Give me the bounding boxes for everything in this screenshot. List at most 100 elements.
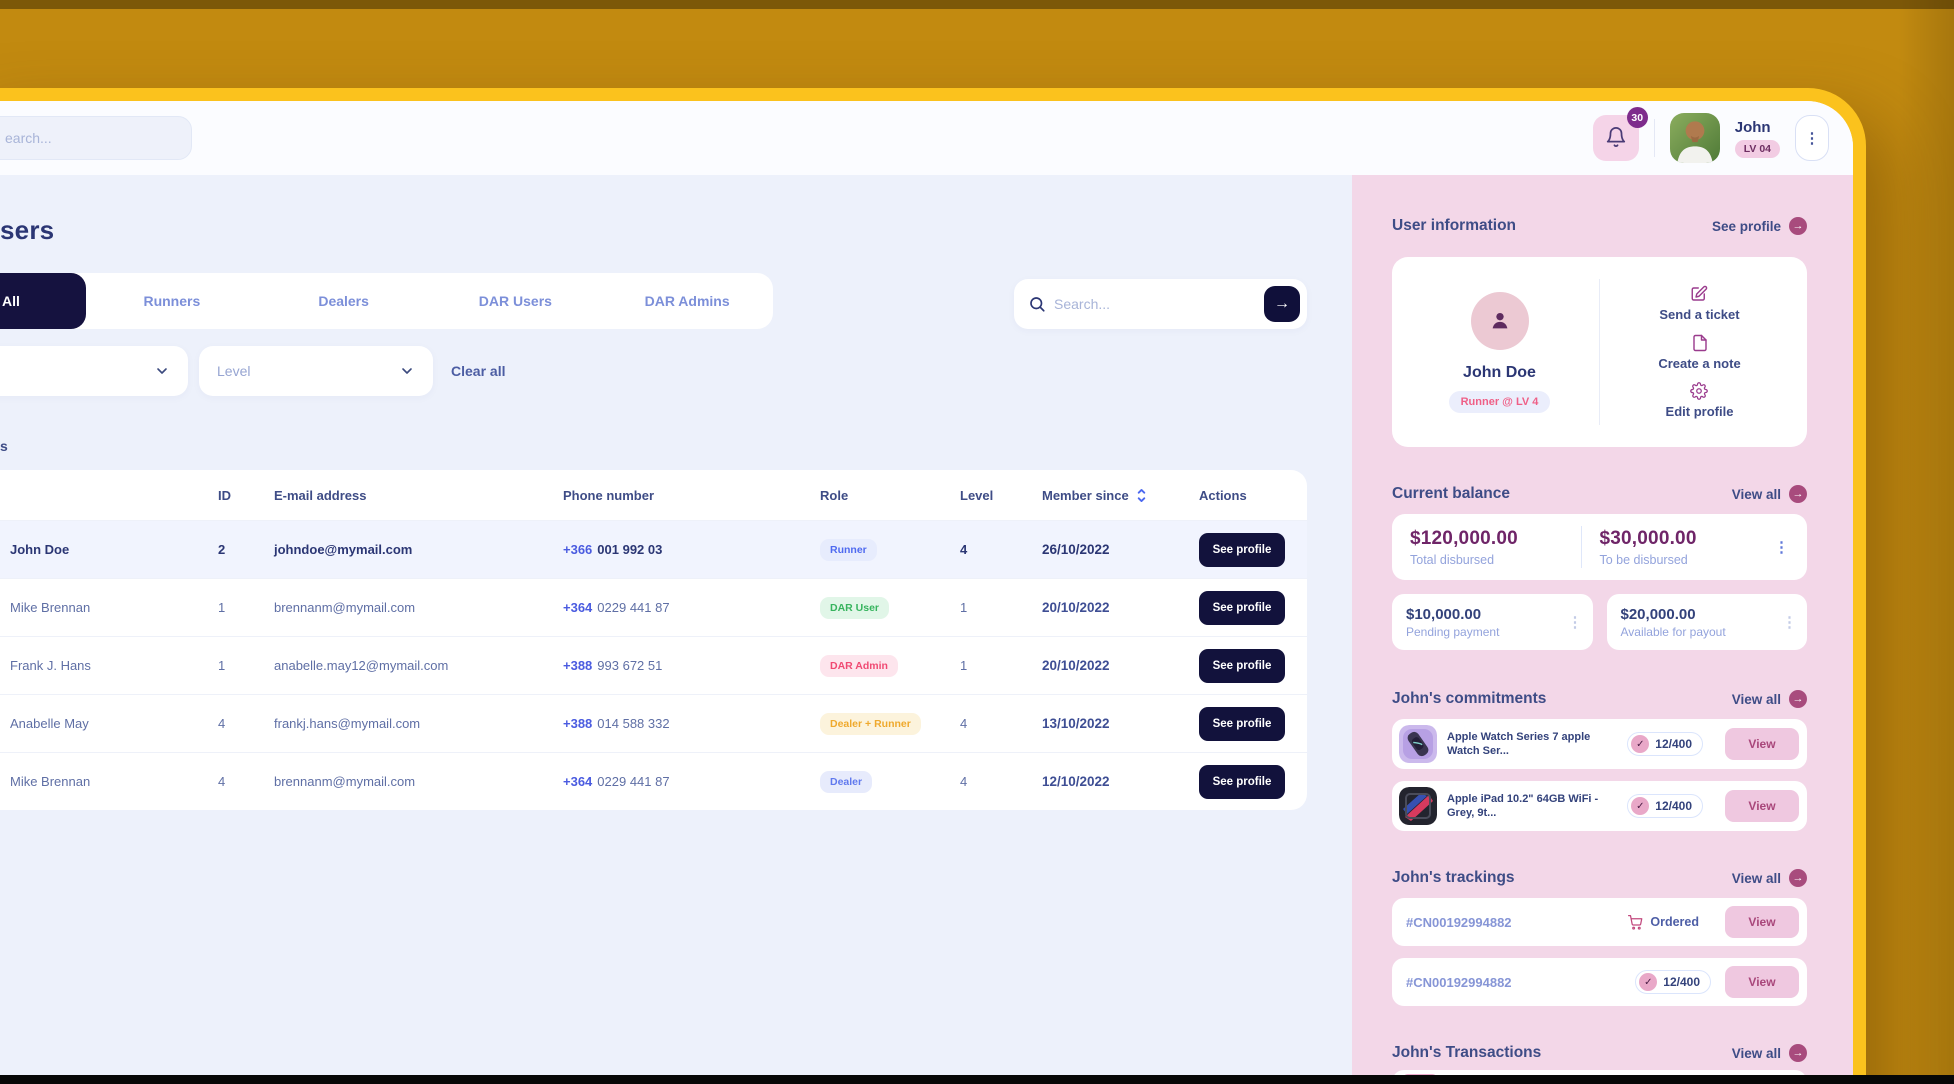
cell-actions: See profile — [1199, 649, 1285, 683]
app-window: 30 John — [0, 88, 1866, 1084]
cell-actions: See profile — [1199, 533, 1285, 567]
commitments-header: John's commitments View all → — [1392, 690, 1807, 708]
see-profile-button[interactable]: See profile — [1199, 707, 1285, 741]
tab-all[interactable]: All — [0, 273, 86, 329]
see-profile-link[interactable]: See profile → — [1712, 217, 1807, 235]
filter-row: Level Clear all — [0, 346, 1307, 396]
kebab-menu-icon[interactable]: ⋮ — [1564, 611, 1587, 634]
transactions-header: John's Transactions View all → — [1392, 1044, 1807, 1062]
avatar-photo — [1670, 113, 1720, 163]
cell-level: 4 — [960, 542, 1042, 557]
send-ticket-button[interactable]: Send a ticket — [1659, 285, 1739, 322]
cell-id: 4 — [218, 716, 274, 731]
cell-level: 1 — [960, 600, 1042, 615]
view-all-transactions-link[interactable]: View all → — [1732, 1044, 1807, 1062]
kebab-menu-icon[interactable]: ⋮ — [1778, 611, 1801, 634]
edit-profile-button[interactable]: Edit profile — [1666, 382, 1734, 419]
see-profile-button[interactable]: See profile — [1199, 765, 1285, 799]
tracking-id: #CN00192994882 — [1406, 975, 1635, 990]
table-row[interactable]: Mike Brennan 4 brennanm@mymail.com +3640… — [0, 752, 1307, 810]
tab-runners[interactable]: Runners — [86, 273, 258, 329]
card-divider — [1581, 526, 1582, 568]
see-profile-button[interactable]: See profile — [1199, 649, 1285, 683]
view-tracking-button[interactable]: View — [1725, 966, 1799, 998]
global-search-input[interactable] — [0, 116, 192, 160]
cell-phone: +366001 992 03 — [563, 542, 820, 557]
tab-dar-users[interactable]: DAR Users — [430, 273, 602, 329]
notifications-button[interactable]: 30 — [1593, 115, 1639, 161]
arrow-right-icon: → — [1789, 690, 1807, 708]
sort-icon[interactable] — [1135, 488, 1148, 503]
cell-role: Dealer + Runner — [820, 713, 960, 735]
table-row[interactable]: John Doe 2 johndoe@mymail.com +366001 99… — [0, 520, 1307, 578]
main-content: sers All Runners Dealers DAR Users DAR A… — [0, 175, 1352, 1084]
user-avatar[interactable] — [1670, 113, 1720, 163]
table-row[interactable]: Anabelle May 4 frankj.hans@mymail.com +3… — [0, 694, 1307, 752]
section-title: User information — [1392, 217, 1516, 235]
tracking-status: Ordered — [1628, 915, 1699, 930]
kebab-menu-icon[interactable]: ⋮ — [1770, 536, 1793, 559]
table-search-input[interactable] — [1054, 296, 1264, 312]
cell-role: DAR Admin — [820, 655, 960, 677]
col-email: E-mail address — [274, 488, 563, 503]
view-tracking-button[interactable]: View — [1725, 906, 1799, 938]
label: To be disbursed — [1600, 553, 1771, 567]
commitment-title: Apple iPad 10.2" 64GB WiFi -Grey, 9t... — [1447, 792, 1617, 821]
filter-dropdown-cut[interactable] — [0, 346, 188, 396]
create-note-button[interactable]: Create a note — [1658, 334, 1740, 371]
progress-value: 12/400 — [1655, 737, 1692, 751]
document-icon — [1691, 334, 1709, 352]
cell-email: johndoe@mymail.com — [274, 542, 563, 557]
user-card: John Doe Runner @ LV 4 — [1392, 257, 1807, 447]
filter-level-label: Level — [217, 363, 250, 379]
view-all-balance-link[interactable]: View all → — [1732, 485, 1807, 503]
user-identity: John LV 04 — [1735, 119, 1780, 158]
table-search-box: → — [1014, 279, 1307, 329]
cell-member-since: 20/10/2022 — [1042, 658, 1199, 673]
cell-role: Dealer — [820, 771, 960, 793]
cell-phone: +3640229 441 87 — [563, 774, 820, 789]
role-badge: Dealer + Runner — [820, 713, 921, 735]
view-all-commitments-link[interactable]: View all → — [1732, 690, 1807, 708]
balance-pending-card: $10,000.00 Pending payment ⋮ — [1392, 594, 1593, 650]
tab-dealers[interactable]: Dealers — [258, 273, 430, 329]
topbar-divider — [1654, 119, 1655, 157]
cell-member-since: 26/10/2022 — [1042, 542, 1199, 557]
view-commitment-button[interactable]: View — [1725, 790, 1799, 822]
search-icon — [1028, 295, 1046, 313]
tracking-item: #CN00192994882 ✓ 12/400 View — [1392, 958, 1807, 1006]
progress-pill: ✓ 12/400 — [1627, 794, 1703, 818]
see-profile-button[interactable]: See profile — [1199, 533, 1285, 567]
user-info-sidebar: User information See profile → John Doe — [1352, 175, 1853, 1084]
tracking-id: #CN00192994882 — [1406, 915, 1628, 930]
see-profile-button[interactable]: See profile — [1199, 591, 1285, 625]
balance-total-disbursed: $120,000.00 Total disbursed — [1410, 528, 1581, 567]
user-name: John — [1735, 119, 1771, 136]
commitment-item: Apple Watch Series 7 apple Watch Ser... … — [1392, 719, 1807, 769]
col-phone: Phone number — [563, 488, 820, 503]
label: Total disbursed — [1410, 553, 1581, 567]
cell-email: frankj.hans@mymail.com — [274, 716, 563, 731]
search-submit-button[interactable]: → — [1264, 286, 1300, 322]
chevron-down-icon — [399, 363, 415, 379]
view-commitment-button[interactable]: View — [1725, 728, 1799, 760]
amount: $120,000.00 — [1410, 528, 1581, 550]
cell-actions: See profile — [1199, 707, 1285, 741]
top-dark-strip — [0, 0, 1954, 9]
table-row[interactable]: Frank J. Hans 1 anabelle.may12@mymail.co… — [0, 636, 1307, 694]
user-menu-kebab[interactable]: ⋮ — [1795, 115, 1829, 161]
check-icon: ✓ — [1631, 797, 1649, 815]
table-row[interactable]: Mike Brennan 1 brennanm@mymail.com +3640… — [0, 578, 1307, 636]
section-title: John's trackings — [1392, 869, 1515, 887]
section-title: Current balance — [1392, 485, 1510, 503]
user-card-name: John Doe — [1463, 364, 1536, 382]
commitment-item: Apple iPad 10.2" 64GB WiFi -Grey, 9t... … — [1392, 781, 1807, 831]
col-id: ID — [218, 488, 274, 503]
view-all-trackings-link[interactable]: View all → — [1732, 869, 1807, 887]
commitment-title: Apple Watch Series 7 apple Watch Ser... — [1447, 730, 1617, 759]
filter-dropdown-level[interactable]: Level — [199, 346, 433, 396]
clear-all-filters-button[interactable]: Clear all — [451, 363, 505, 379]
tab-dar-admins[interactable]: DAR Admins — [601, 273, 773, 329]
col-level: Level — [960, 488, 1042, 503]
cell-role: Runner — [820, 539, 960, 561]
